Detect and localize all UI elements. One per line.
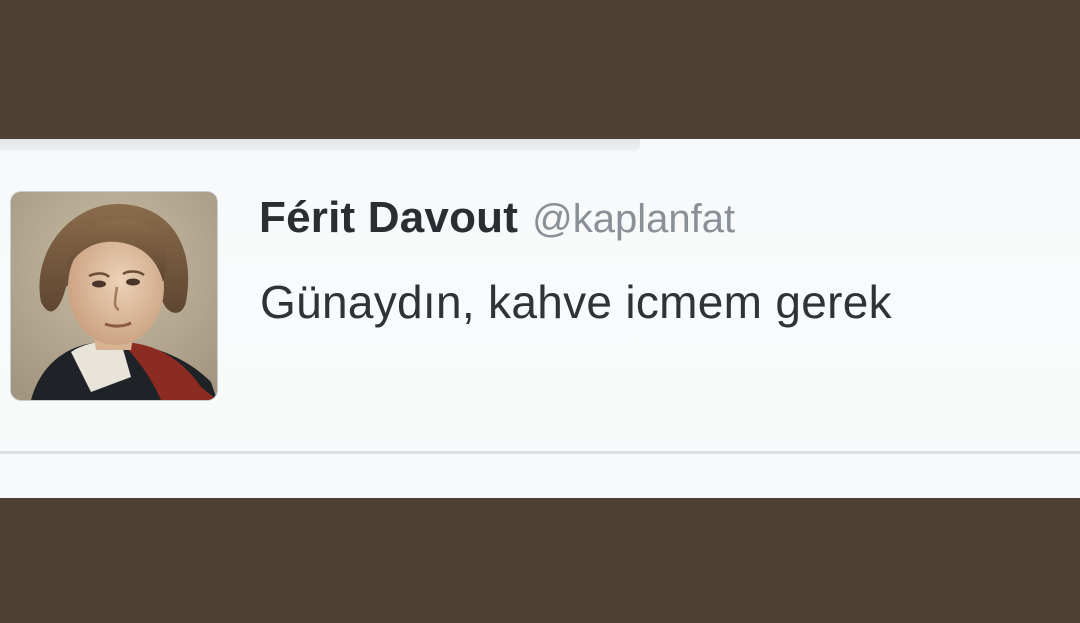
tweet-divider xyxy=(0,451,1080,454)
tweet-header: Férit Davout @kaplanfat xyxy=(259,193,735,243)
tweet-card[interactable]: Férit Davout @kaplanfat Günaydın, kahve i… xyxy=(0,139,1080,498)
screenshot-frame: Férit Davout @kaplanfat Günaydın, kahve i… xyxy=(0,0,1080,623)
display-name[interactable]: Férit Davout xyxy=(259,193,518,242)
previous-tweet-divider xyxy=(0,139,640,151)
portrait-avatar-icon xyxy=(11,192,217,400)
tweet-text: Günaydın, kahve icmem gerek xyxy=(260,276,892,328)
user-handle[interactable]: @kaplanfat xyxy=(532,197,735,241)
user-avatar[interactable] xyxy=(11,192,217,400)
